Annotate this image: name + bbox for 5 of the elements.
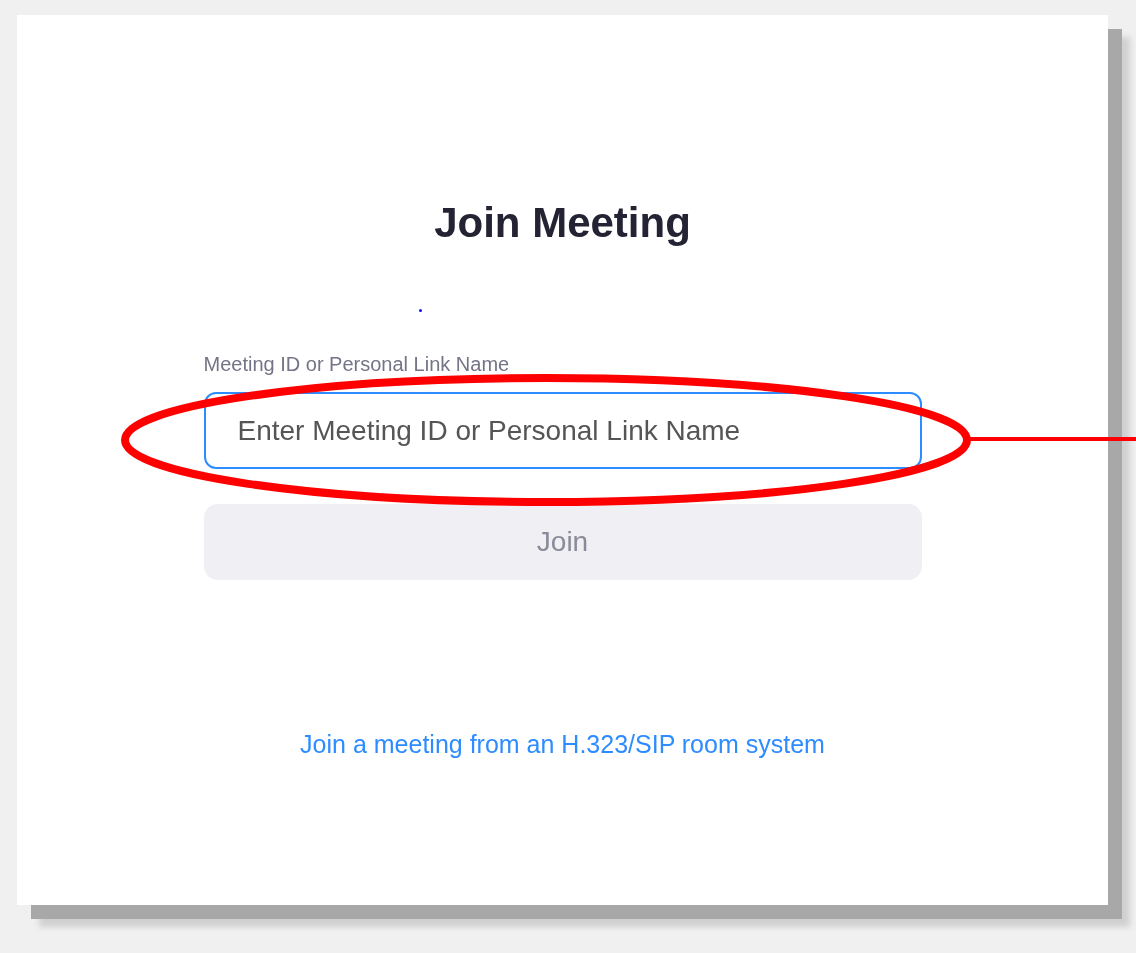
meeting-id-field[interactable]: Enter Meeting ID or Personal Link Name [203, 392, 922, 469]
field-label: Meeting ID or Personal Link Name [203, 352, 511, 377]
room-system-link[interactable]: Join a meeting from an H.323/SIP room system [300, 730, 825, 759]
dialog-title: Join Meeting [434, 198, 691, 248]
dot-mark [419, 309, 422, 312]
